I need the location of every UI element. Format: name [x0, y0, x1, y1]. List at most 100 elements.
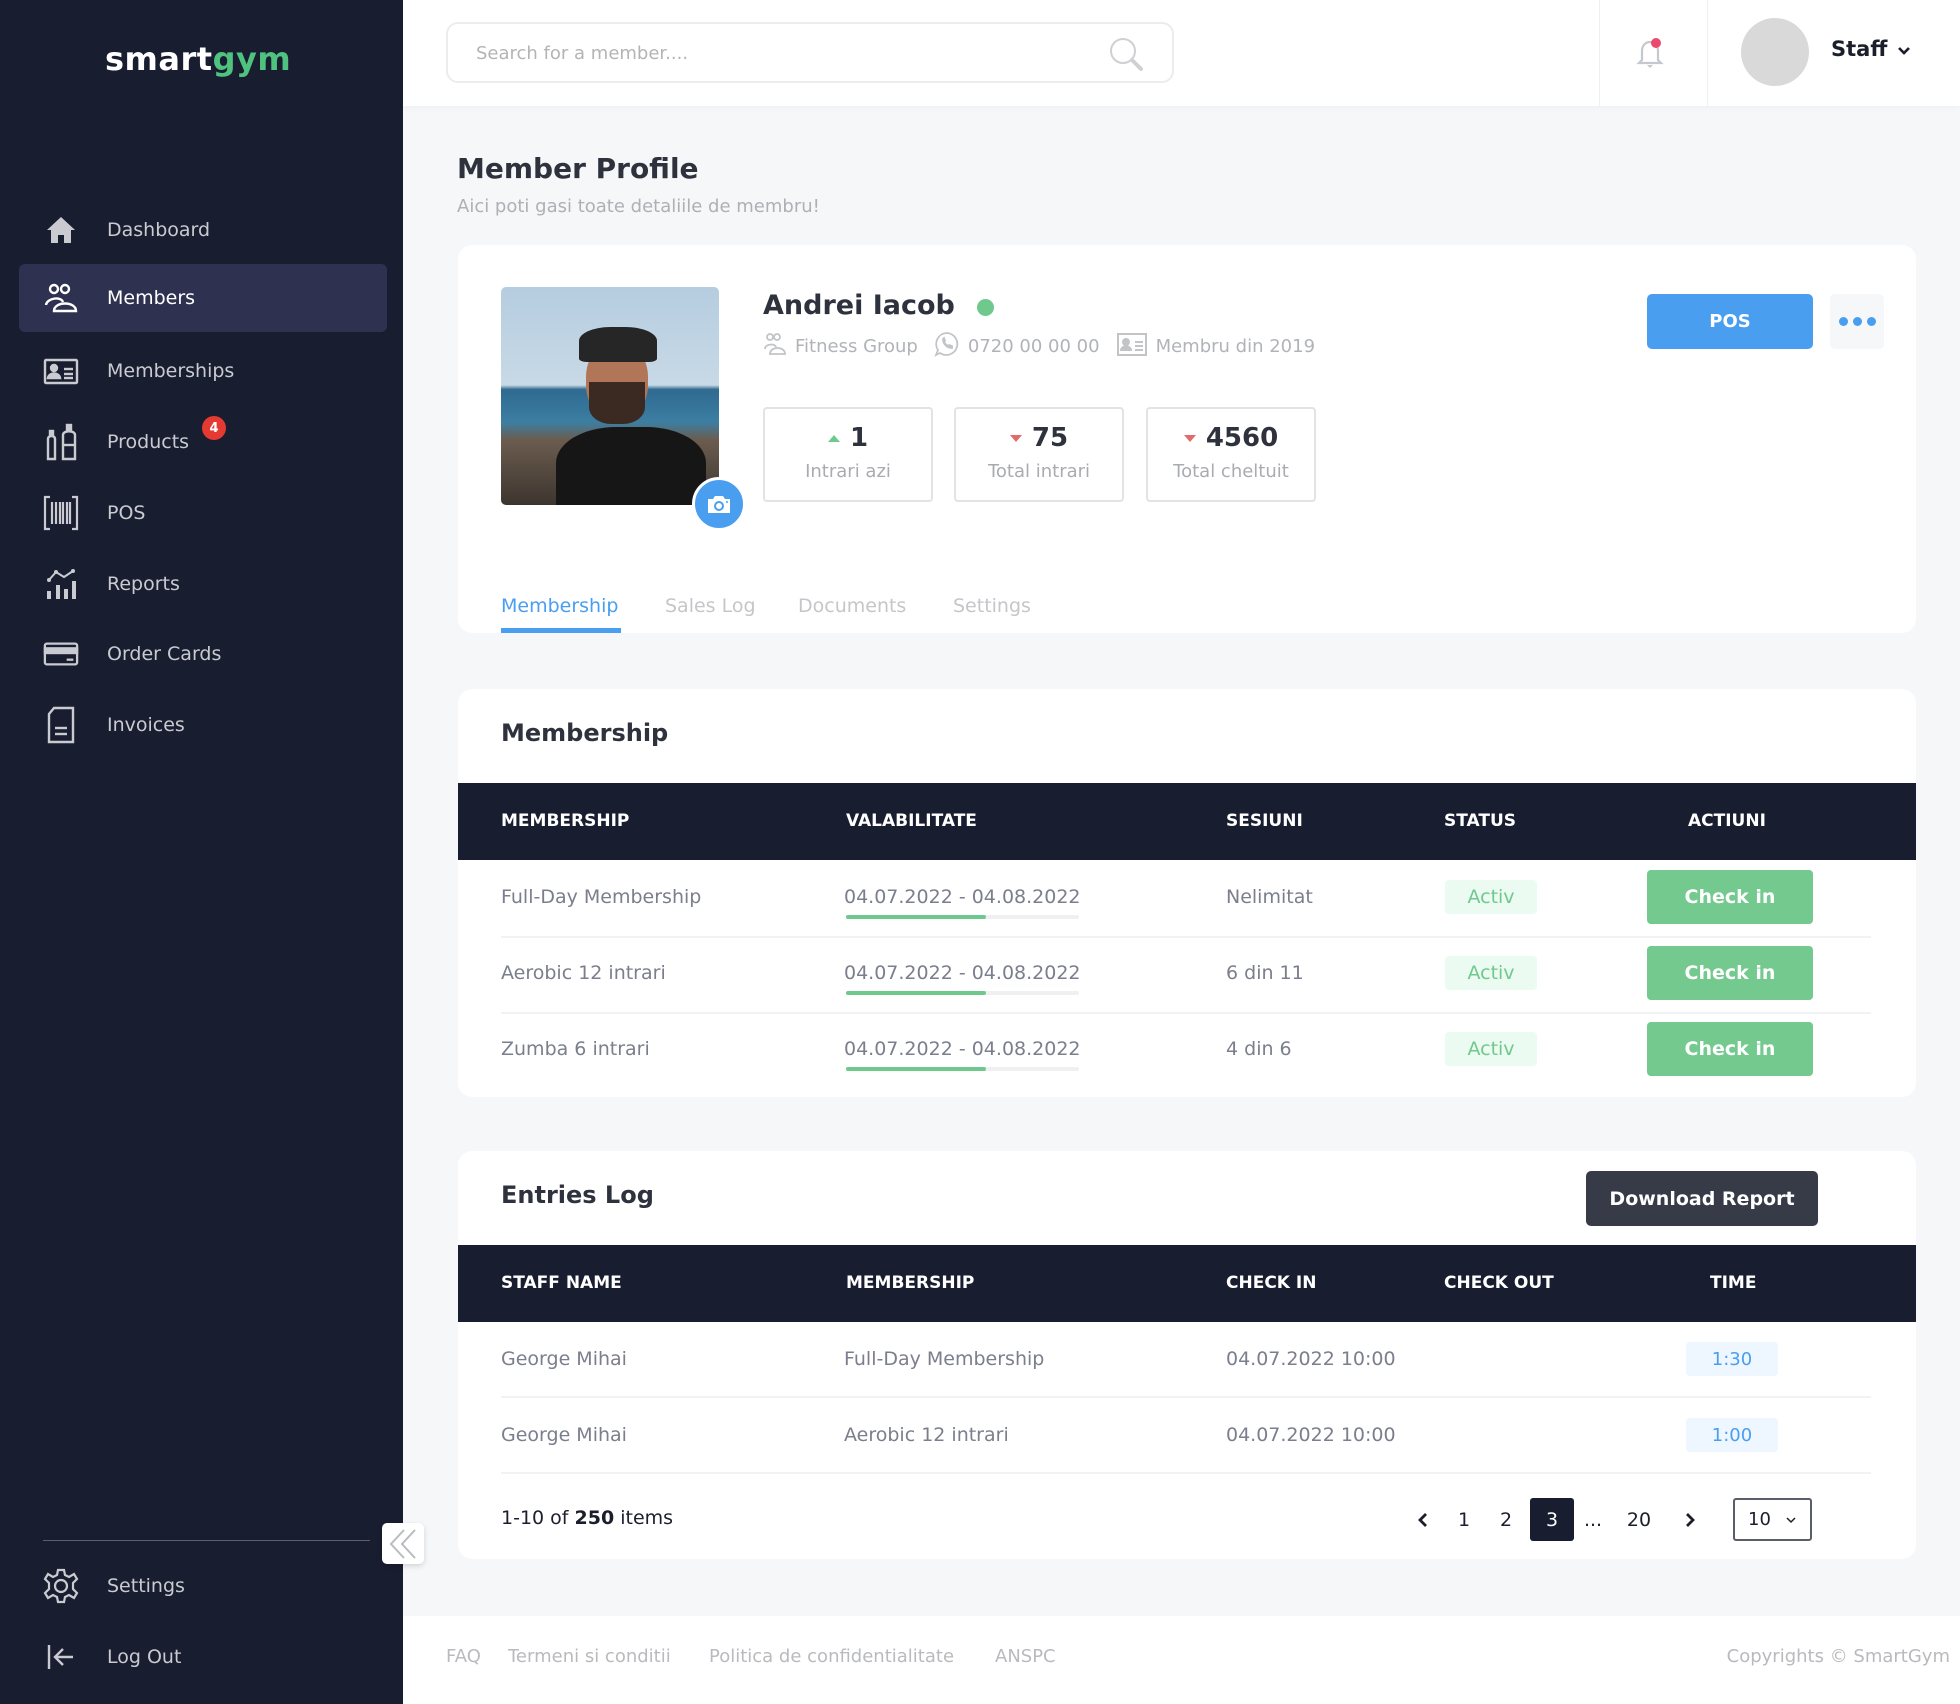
footer-link-terms[interactable]: Termeni si conditii: [508, 1646, 671, 1667]
brand-logo[interactable]: smartgym: [105, 40, 291, 78]
topbar-separator: [1707, 0, 1708, 106]
stat-total-entries: 75 Total intrari: [954, 407, 1124, 502]
tab-sales-log[interactable]: Sales Log: [665, 595, 756, 617]
validity-progress-bar: [846, 1067, 1079, 1071]
member-photo: [501, 287, 719, 505]
tab-settings[interactable]: Settings: [953, 595, 1031, 617]
pagination-info: 1-10 of 250 items: [501, 1507, 674, 1529]
document-icon: [43, 706, 79, 744]
credit-card-icon: [43, 636, 79, 672]
row-divider: [501, 1472, 1871, 1474]
per-page-select[interactable]: 10: [1733, 1498, 1812, 1541]
page-2[interactable]: 2: [1491, 1498, 1521, 1541]
trend-down-icon: [1009, 434, 1022, 442]
copyright: Copyrights © SmartGym: [1726, 1646, 1950, 1667]
chevron-right-icon: [1686, 1512, 1695, 1527]
entry-check-in: 04.07.2022 10:00: [1226, 1348, 1396, 1370]
page-1[interactable]: 1: [1449, 1498, 1479, 1541]
entry-row: George Mihai Aerobic 12 intrari 04.07.2022…: [458, 1398, 1916, 1474]
search-icon[interactable]: [1108, 36, 1144, 76]
id-card-icon: [1116, 331, 1148, 362]
membership-validity: 04.07.2022 - 04.08.2022: [844, 886, 1081, 908]
entries-card: Entries Log Download Report STAFF NAME M…: [458, 1151, 1916, 1559]
sidebar-item-members[interactable]: Members: [19, 264, 387, 332]
sidebar-item-reports[interactable]: Reports: [19, 550, 387, 618]
entries-title: Entries Log: [501, 1181, 654, 1209]
footer-link-faq[interactable]: FAQ: [446, 1646, 481, 1667]
download-report-button[interactable]: Download Report: [1586, 1171, 1818, 1226]
collapse-sidebar-button[interactable]: [382, 1523, 424, 1564]
sidebar-item-memberships[interactable]: Memberships: [19, 337, 387, 405]
entries-table-header: STAFF NAME MEMBERSHIP CHECK IN CHECK OUT…: [458, 1245, 1916, 1322]
membership-name: Aerobic 12 intrari: [501, 962, 666, 984]
validity-progress-bar: [846, 915, 1079, 919]
sidebar-item-dashboard[interactable]: Dashboard: [19, 196, 387, 264]
membership-validity: 04.07.2022 - 04.08.2022: [844, 1038, 1081, 1060]
membership-title: Membership: [501, 719, 669, 747]
footer-link-privacy[interactable]: Politica de confidentialitate: [709, 1646, 954, 1667]
search-box: [446, 22, 1174, 83]
logout-icon: [43, 1639, 79, 1675]
validity-progress-fill: [846, 991, 986, 995]
stat-total-spent: 4560 Total cheltuit: [1146, 407, 1316, 502]
validity-progress-fill: [846, 1067, 986, 1071]
sidebar-item-products[interactable]: Products 4: [19, 408, 387, 476]
entry-membership: Full-Day Membership: [844, 1348, 1045, 1370]
page-subtitle: Aici poti gasi toate detaliile de membru…: [457, 196, 820, 217]
validity-progress-fill: [846, 915, 986, 919]
membership-name: Full-Day Membership: [501, 886, 702, 908]
entry-staff: George Mihai: [501, 1424, 627, 1446]
membership-sessions: 4 din 6: [1226, 1038, 1292, 1060]
profile-card: Andrei Iacob Fitness Group 0720 00 00 00…: [458, 245, 1916, 633]
tab-membership[interactable]: Membership: [501, 595, 618, 617]
bottles-icon: [43, 423, 79, 461]
barcode-icon: [43, 495, 79, 531]
id-card-icon: [43, 353, 79, 389]
membership-table-header: MEMBERSHIP VALABILITATE SESIUNI STATUS A…: [458, 783, 1916, 860]
check-in-button[interactable]: Check in: [1647, 1022, 1813, 1076]
membership-sessions: 6 din 11: [1226, 962, 1304, 984]
validity-progress-bar: [846, 991, 1079, 995]
membership-row: Zumba 6 intrari 04.07.2022 - 04.08.2022 4 …: [458, 1012, 1916, 1088]
page-3[interactable]: 3: [1530, 1498, 1574, 1541]
search-input[interactable]: [476, 38, 1076, 68]
active-tab-indicator: [501, 628, 621, 633]
entry-staff: George Mihai: [501, 1348, 627, 1370]
entry-membership: Aerobic 12 intrari: [844, 1424, 1009, 1446]
change-photo-button[interactable]: [692, 477, 746, 531]
check-in-button[interactable]: Check in: [1647, 946, 1813, 1000]
membership-row: Full-Day Membership 04.07.2022 - 04.08.20…: [458, 860, 1916, 936]
products-badge: 4: [202, 416, 226, 440]
sidebar-item-settings[interactable]: Settings: [19, 1552, 387, 1620]
more-options-button[interactable]: [1830, 294, 1884, 349]
user-avatar[interactable]: [1741, 18, 1809, 86]
sidebar-item-order-cards[interactable]: Order Cards: [19, 620, 387, 688]
page-20[interactable]: 20: [1624, 1498, 1654, 1541]
whatsapp-icon: [934, 331, 960, 362]
membership-row: Aerobic 12 intrari 04.07.2022 - 04.08.202…: [458, 936, 1916, 1012]
entry-time-badge: 1:00: [1686, 1418, 1778, 1452]
user-menu[interactable]: Staff: [1831, 37, 1911, 61]
sidebar-item-invoices[interactable]: Invoices: [19, 691, 387, 759]
sidebar-item-pos[interactable]: POS: [19, 479, 387, 547]
prev-page-button[interactable]: [1408, 1498, 1438, 1541]
pos-button[interactable]: POS: [1647, 294, 1813, 349]
sidebar-item-logout[interactable]: Log Out: [19, 1623, 387, 1691]
trend-down-icon: [1183, 434, 1196, 442]
member-meta: Fitness Group 0720 00 00 00 Membru din 2…: [763, 331, 1321, 362]
chevron-down-icon: [1897, 37, 1911, 61]
tab-documents[interactable]: Documents: [798, 595, 906, 617]
members-icon: [43, 280, 79, 316]
footer-link-anspc[interactable]: ANSPC: [995, 1646, 1056, 1667]
member-since: Membru din 2019: [1155, 336, 1316, 357]
trend-up-icon: [827, 434, 840, 442]
topbar-separator: [1599, 0, 1600, 106]
next-page-button[interactable]: [1675, 1498, 1705, 1541]
stat-entries-today: 1 Intrari azi: [763, 407, 933, 502]
check-in-button[interactable]: Check in: [1647, 870, 1813, 924]
chart-icon: [43, 566, 79, 602]
sidebar: smartgym Dashboard Members Memberships P…: [0, 0, 403, 1704]
notification-bell-icon[interactable]: [1635, 36, 1665, 74]
dot-icon: [1852, 317, 1862, 326]
status-badge: Activ: [1445, 956, 1537, 990]
